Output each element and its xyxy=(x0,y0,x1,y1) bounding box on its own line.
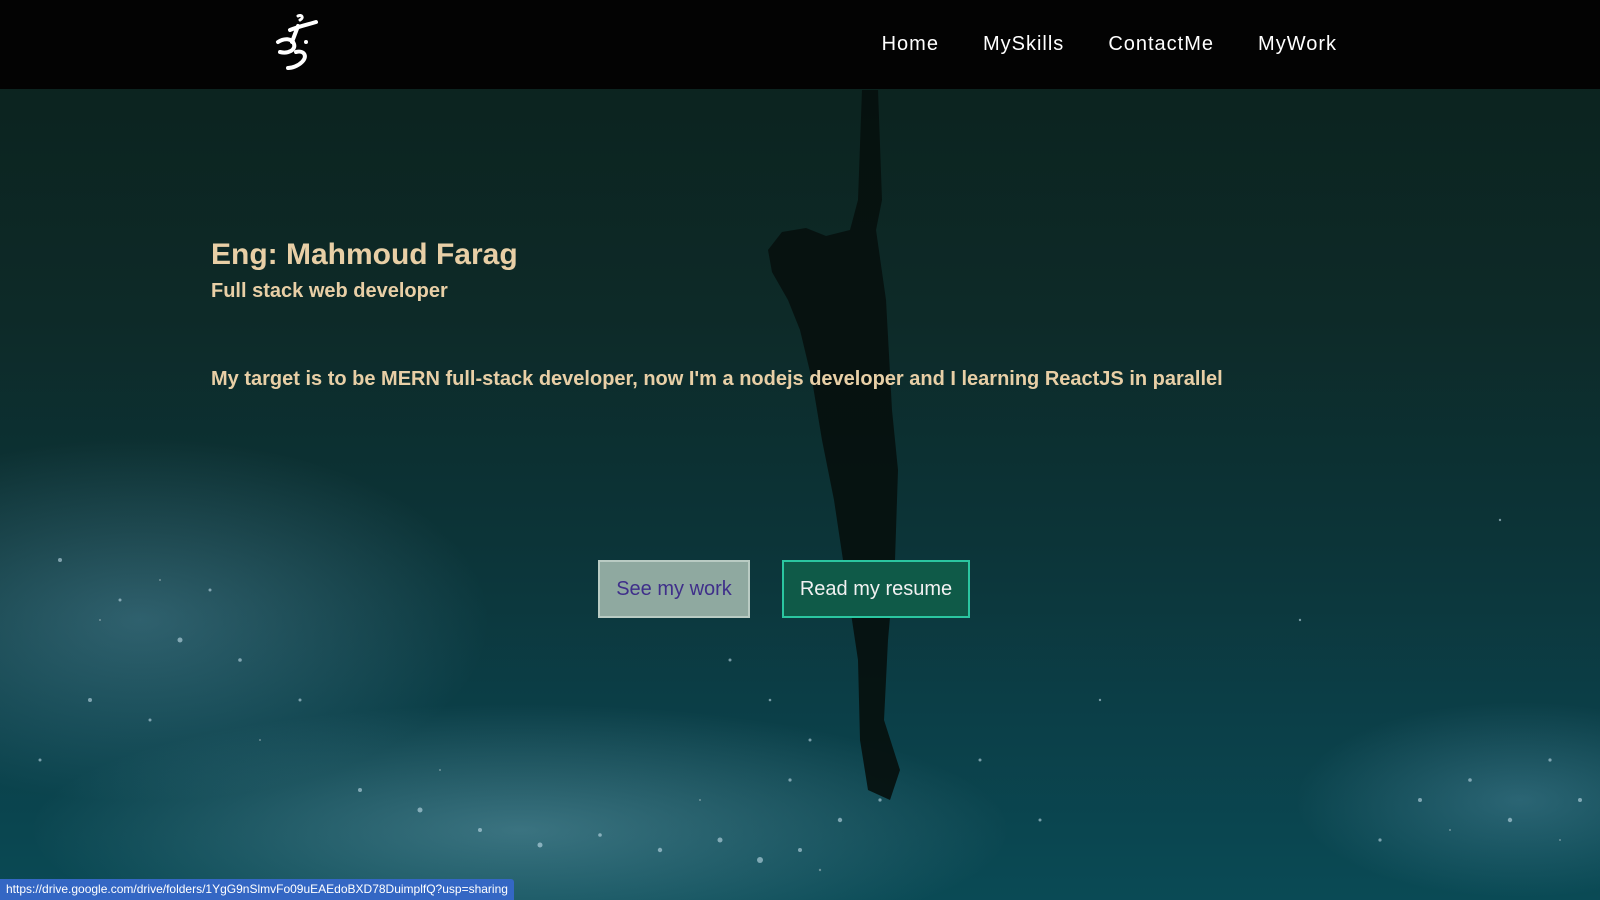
nav-link-contactme[interactable]: ContactMe xyxy=(1108,33,1214,56)
nav-link-home[interactable]: Home xyxy=(882,33,939,56)
top-navbar: Home MySkills ContactMe MyWork xyxy=(0,0,1600,89)
read-my-resume-button[interactable]: Read my resume xyxy=(782,560,970,618)
nav-links: Home MySkills ContactMe MyWork xyxy=(838,0,1337,89)
nav-link-mywork[interactable]: MyWork xyxy=(1258,33,1337,56)
nav-link-myskills[interactable]: MySkills xyxy=(983,33,1064,56)
status-bar-url: https://drive.google.com/drive/folders/1… xyxy=(0,879,514,900)
see-my-work-button[interactable]: See my work xyxy=(598,560,750,618)
hero-target-text: My target is to be MERN full-stack devel… xyxy=(211,368,1223,390)
hero-name-heading: Eng: Mahmoud Farag xyxy=(211,238,518,271)
hero-role-subtitle: Full stack web developer xyxy=(211,280,448,302)
calligraphy-logo-icon[interactable] xyxy=(270,12,320,72)
diver-silhouette xyxy=(768,90,900,800)
page: Home MySkills ContactMe MyWork Eng: Mahm… xyxy=(0,0,1600,900)
